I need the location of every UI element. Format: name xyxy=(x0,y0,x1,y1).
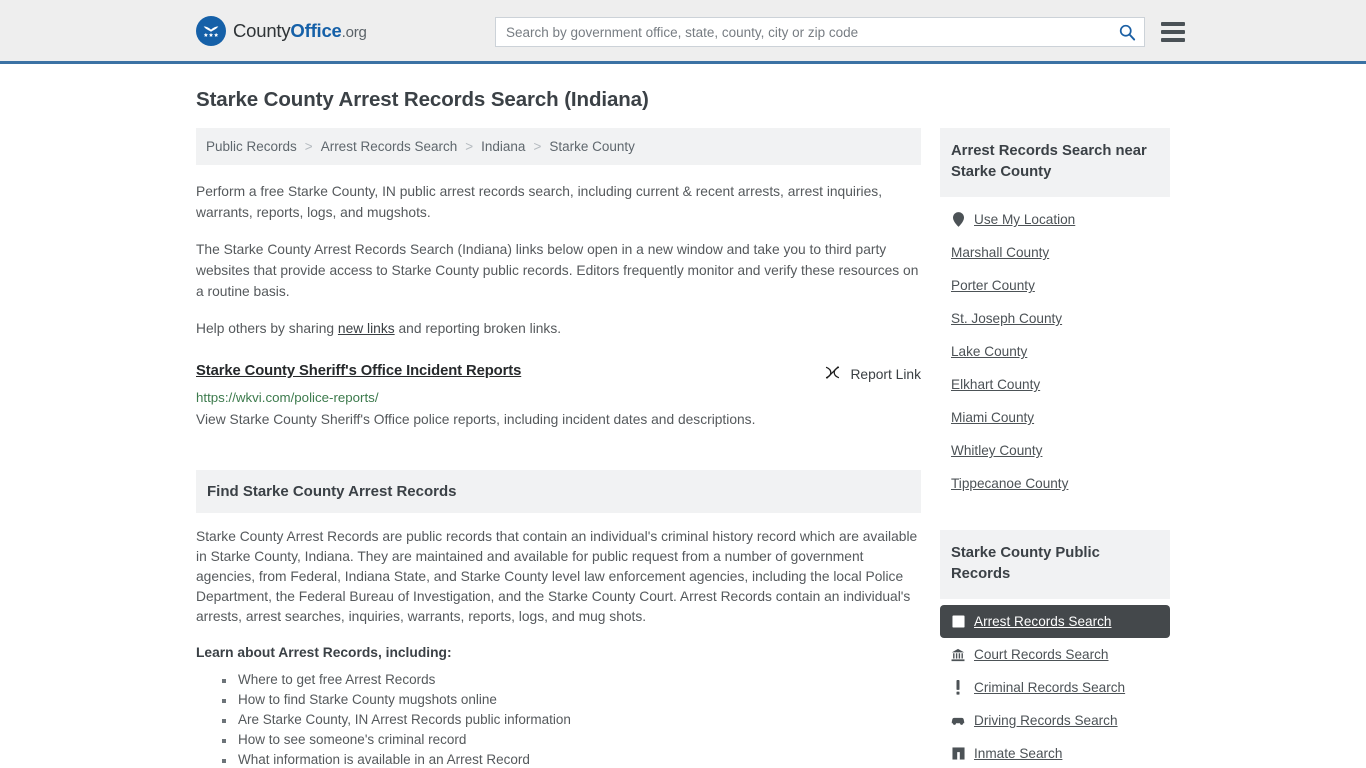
logo-text-county: County xyxy=(233,19,291,41)
logo-text-office: Office xyxy=(290,19,342,41)
sidebar-item-label: Court Records Search xyxy=(974,647,1109,662)
hamburger-bar-2 xyxy=(1161,30,1185,34)
breadcrumb-separator: > xyxy=(465,139,474,154)
search-icon[interactable] xyxy=(1118,23,1136,41)
sidebar-item-marshall-county[interactable]: Marshall County xyxy=(940,236,1170,269)
learn-about-list: Where to get free Arrest Records How to … xyxy=(196,670,921,768)
logo-text-org: .org xyxy=(341,23,367,41)
breadcrumb: Public Records > Arrest Records Search >… xyxy=(196,128,921,165)
result-description: View Starke County Sheriff's Office poli… xyxy=(196,412,756,427)
learn-about-heading: Learn about Arrest Records, including: xyxy=(196,645,452,660)
breadcrumb-separator: > xyxy=(533,139,542,154)
broken-link-icon xyxy=(824,364,841,384)
header-search-zone xyxy=(495,17,1185,47)
sidebar-item-lake-county[interactable]: Lake County xyxy=(940,335,1170,368)
eagle-shield-icon xyxy=(196,15,226,46)
sidebar-item-label: St. Joseph County xyxy=(951,311,1063,326)
sidebar-item-label: Elkhart County xyxy=(951,377,1041,392)
sidebar-item-elkhart-county[interactable]: Elkhart County xyxy=(940,368,1170,401)
logo-wordmark: CountyOffice.org xyxy=(233,20,367,42)
report-link-label: Report Link xyxy=(850,366,921,382)
sidebar-item-label: Porter County xyxy=(951,278,1035,293)
result-item: Starke County Sheriff's Office Incident … xyxy=(196,363,921,430)
list-item: What information is available in an Arre… xyxy=(236,750,921,768)
search-box[interactable] xyxy=(495,17,1145,47)
public-records-section: Starke County Public Records Arrest Reco… xyxy=(940,530,1170,768)
sidebar-item-use-my-location[interactable]: Use My Location xyxy=(940,203,1170,236)
new-links-link[interactable]: new links xyxy=(338,321,395,336)
sidebar-item-label: Lake County xyxy=(951,344,1028,359)
report-link-button[interactable]: Report Link xyxy=(824,364,921,384)
sidebar-item-label: Inmate Search xyxy=(974,746,1063,761)
sidebar-item-label: Driving Records Search xyxy=(974,713,1118,728)
find-section-body: Starke County Arrest Records are public … xyxy=(196,527,921,768)
page-title: Starke County Arrest Records Search (Ind… xyxy=(196,88,649,111)
result-header-row: Starke County Sheriff's Office Incident … xyxy=(196,363,921,384)
list-item: How to find Starke County mugshots onlin… xyxy=(236,690,921,710)
sidebar-item-label: Use My Location xyxy=(974,212,1076,227)
nearby-links-list: Use My Location Marshall County Porter C… xyxy=(940,197,1170,500)
intro-paragraph-3: Help others by sharing new links and rep… xyxy=(196,318,921,339)
sidebar-item-label: Arrest Records Search xyxy=(974,614,1112,629)
sidebar-item-st-joseph-county[interactable]: St. Joseph County xyxy=(940,302,1170,335)
main-column: Public Records > Arrest Records Search >… xyxy=(196,128,921,768)
courthouse-icon xyxy=(951,647,965,662)
page-container: Starke County Arrest Records Search (Ind… xyxy=(0,88,1366,768)
sidebar-item-label: Whitley County xyxy=(951,443,1043,458)
breadcrumb-item-starke-county[interactable]: Starke County xyxy=(549,139,635,154)
sidebar-item-whitley-county[interactable]: Whitley County xyxy=(940,434,1170,467)
sidebar-item-tippecanoe-county[interactable]: Tippecanoe County xyxy=(940,467,1170,500)
jail-building-icon xyxy=(951,746,965,761)
hamburger-menu-icon[interactable] xyxy=(1161,22,1185,42)
result-title-link[interactable]: Starke County Sheriff's Office Incident … xyxy=(196,363,521,379)
sidebar-item-criminal-records-search[interactable]: Criminal Records Search xyxy=(940,671,1170,704)
hamburger-bar-1 xyxy=(1161,22,1185,26)
sidebar-item-label: Criminal Records Search xyxy=(974,680,1126,695)
hamburger-bar-3 xyxy=(1161,38,1185,42)
intro-paragraph-2: The Starke County Arrest Records Search … xyxy=(196,242,919,299)
sidebar-item-driving-records-search[interactable]: Driving Records Search xyxy=(940,704,1170,737)
public-records-heading: Starke County Public Records xyxy=(940,530,1170,599)
sidebar-item-label: Marshall County xyxy=(951,245,1050,260)
content-columns: Public Records > Arrest Records Search >… xyxy=(196,128,1170,768)
list-item: Where to get free Arrest Records xyxy=(236,670,921,690)
breadcrumb-item-arrest-records-search[interactable]: Arrest Records Search xyxy=(321,139,458,154)
nearby-section-heading: Arrest Records Search near Starke County xyxy=(940,128,1170,197)
site-header: CountyOffice.org xyxy=(0,0,1366,64)
share-text-before: Help others by sharing xyxy=(196,321,338,336)
list-item: How to see someone's criminal record xyxy=(236,730,921,750)
sidebar-item-arrest-records-search[interactable]: Arrest Records Search xyxy=(940,605,1170,638)
sidebar: Arrest Records Search near Starke County… xyxy=(940,128,1170,768)
result-url: https://wkvi.com/police-reports/ xyxy=(196,390,379,405)
find-section-heading: Find Starke County Arrest Records xyxy=(196,470,921,513)
list-item: Are Starke County, IN Arrest Records pub… xyxy=(236,710,921,730)
search-input[interactable] xyxy=(506,24,1118,40)
sidebar-item-miami-county[interactable]: Miami County xyxy=(940,401,1170,434)
car-icon xyxy=(951,713,965,728)
find-section-paragraph: Starke County Arrest Records are public … xyxy=(196,529,918,624)
breadcrumb-separator: > xyxy=(304,139,313,154)
sidebar-item-court-records-search[interactable]: Court Records Search xyxy=(940,638,1170,671)
sidebar-item-label: Tippecanoe County xyxy=(951,476,1069,491)
site-logo[interactable]: CountyOffice.org xyxy=(196,15,367,46)
sidebar-item-label: Miami County xyxy=(951,410,1035,425)
map-pin-icon xyxy=(951,212,965,227)
breadcrumb-item-public-records[interactable]: Public Records xyxy=(206,139,297,154)
sidebar-item-porter-county[interactable]: Porter County xyxy=(940,269,1170,302)
file-square-icon xyxy=(951,614,965,629)
exclamation-icon xyxy=(951,680,965,695)
breadcrumb-item-indiana[interactable]: Indiana xyxy=(481,139,525,154)
share-text-after: and reporting broken links. xyxy=(394,321,562,336)
intro-paragraph-1: Perform a free Starke County, IN public … xyxy=(196,184,883,220)
public-records-list: Arrest Records Search Court Records Sear… xyxy=(940,599,1170,768)
sidebar-item-inmate-search[interactable]: Inmate Search xyxy=(940,737,1170,768)
